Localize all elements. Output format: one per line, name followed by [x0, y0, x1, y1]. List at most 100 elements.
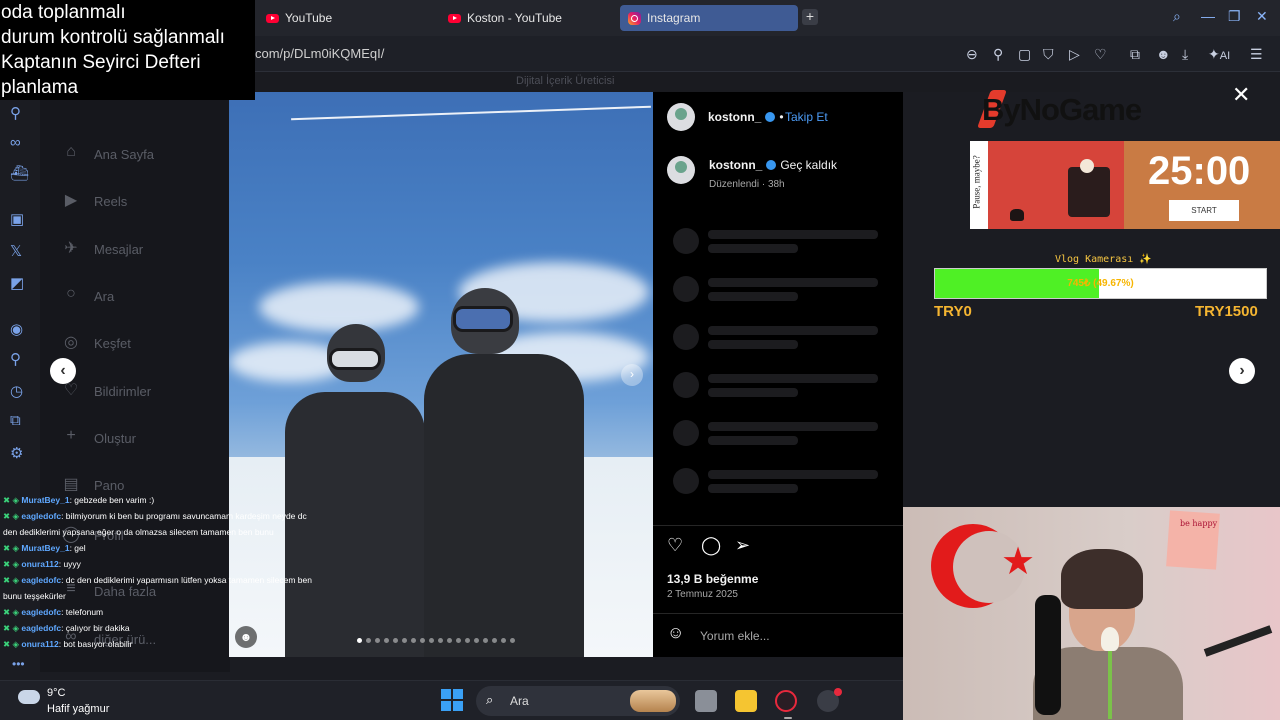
bookmark-icon[interactable]: ⚲: [10, 350, 21, 368]
nav-home[interactable]: ⌂ Ana Sayfa: [60, 143, 154, 165]
more-icon[interactable]: •••: [12, 657, 25, 671]
share-icon[interactable]: ➢: [735, 535, 750, 556]
twitch-icon[interactable]: ▣: [10, 210, 24, 228]
like-heart-icon[interactable]: ♡: [667, 535, 683, 556]
chat-username[interactable]: eagledofc: [21, 575, 61, 585]
search-tabs-icon[interactable]: ⌕: [1173, 8, 1181, 25]
follow-button[interactable]: Takip Et: [785, 110, 828, 124]
timer-start-button[interactable]: START: [1169, 200, 1239, 221]
file-explorer-icon[interactable]: [735, 690, 757, 712]
ai-label: AI: [1219, 50, 1231, 62]
carousel-dot: [393, 638, 398, 643]
windows-logo-icon: [453, 689, 463, 699]
carousel-dot: [474, 638, 479, 643]
new-tab-button[interactable]: +: [802, 9, 818, 25]
goal-progress-bar: 745₺ (49.67%): [934, 268, 1267, 299]
snapshot-icon[interactable]: ▢: [1018, 46, 1031, 63]
next-post-icon[interactable]: ›: [1229, 358, 1255, 384]
avatar[interactable]: [667, 103, 695, 131]
nav-create[interactable]: + Oluştur: [60, 427, 136, 449]
username[interactable]: kostonn_: [709, 158, 762, 172]
post-side-panel: kostonn_ • Takip Et kostonn_ Geç kaldık Dü…: [653, 92, 903, 657]
tulip-stem: [1108, 649, 1112, 719]
goggles: [453, 306, 513, 332]
photo-next-icon[interactable]: ›: [621, 364, 643, 386]
player-icon[interactable]: ◉: [10, 320, 23, 338]
task-view-icon[interactable]: [695, 690, 717, 712]
carousel-dot: [492, 638, 497, 643]
boat-icon[interactable]: ⛴: [10, 164, 29, 182]
weather-temperature[interactable]: 9°C: [47, 687, 65, 699]
extensions-icon[interactable]: ⧉: [10, 412, 21, 429]
restore-icon[interactable]: ❐: [1228, 8, 1241, 25]
cloud-rain-icon[interactable]: [18, 690, 40, 704]
nav-reels[interactable]: ▶ Reels: [60, 190, 127, 212]
minimize-icon[interactable]: —: [1201, 8, 1215, 24]
app-icon[interactable]: ◩: [10, 274, 24, 292]
chat-username[interactable]: eagledofc: [21, 511, 61, 521]
extensions-icon[interactable]: ⧉: [1130, 46, 1140, 63]
goal-min-label: TRY0: [934, 303, 972, 320]
comment-icon[interactable]: ◯: [701, 535, 721, 556]
weather-description[interactable]: Hafif yağmur: [47, 703, 109, 715]
settings-icon[interactable]: ⚙: [10, 444, 23, 462]
loading-skeleton: [708, 422, 878, 431]
tab-instagram[interactable]: Instagram: [620, 5, 798, 31]
url-field[interactable]: com/p/DLm0iKQMEqI/: [255, 46, 384, 61]
tab-youtube[interactable]: YouTube: [258, 5, 438, 31]
zoom-icon[interactable]: ⊖: [966, 46, 978, 63]
menu-icon[interactable]: ☰: [1250, 46, 1263, 63]
pin-icon[interactable]: ⚲: [993, 46, 1003, 63]
chat-username[interactable]: MuratBey_1: [21, 495, 69, 505]
chat-username[interactable]: MuratBey_1: [21, 543, 69, 553]
nav-search[interactable]: ○ Ara: [60, 285, 114, 307]
timer-display: 25:00: [1148, 149, 1251, 193]
edited-label: Düzenlendi: [709, 179, 760, 190]
close-modal-icon[interactable]: ✕: [1232, 82, 1250, 108]
tab-koston-youtube[interactable]: Koston - YouTube: [440, 5, 618, 31]
likes-count[interactable]: 13,9 B beğenme: [667, 572, 758, 586]
profile-icon[interactable]: ☻: [1156, 46, 1171, 62]
emoji-icon[interactable]: ☺: [667, 623, 684, 643]
heart-icon[interactable]: ♡: [1094, 46, 1107, 63]
nav-label: Pano: [94, 477, 125, 493]
chat-text: bunu teşşekürler: [3, 591, 66, 601]
nav-messages[interactable]: ✈ Mesajlar: [60, 238, 143, 260]
timer-illustration: [988, 141, 1124, 229]
profile-header-dim: [230, 72, 1080, 92]
nav-label: Oluştur: [94, 430, 136, 446]
glasses-icon[interactable]: ∞: [10, 134, 21, 151]
start-button[interactable]: [441, 689, 463, 711]
history-icon[interactable]: ◷: [10, 382, 23, 400]
pin-icon[interactable]: ⚲: [10, 104, 21, 122]
chat-username[interactable]: onura112: [21, 639, 58, 649]
x-icon[interactable]: 𝕏: [10, 242, 22, 260]
username[interactable]: kostonn_: [708, 110, 761, 124]
loading-skeleton: [708, 292, 798, 301]
nav-notifications[interactable]: ♡ Bildirimler: [60, 380, 151, 402]
carousel-dot: [384, 638, 389, 643]
opera-gx-icon[interactable]: [775, 690, 797, 712]
chat-username[interactable]: onura112: [21, 559, 58, 569]
chat-badge-icon: ✖ ◈: [3, 623, 22, 633]
play-icon[interactable]: ▷: [1069, 46, 1080, 63]
ai-icon[interactable]: ✦AI: [1208, 46, 1230, 63]
chat-message: ✖ ◈ onura112: bot basıyor olabilir: [3, 636, 132, 652]
goal-progress-text: 745₺ (49.67%): [1067, 278, 1134, 289]
chat-message: ✖ ◈ eagledofc: dc den dediklerimi yaparm…: [3, 572, 312, 588]
taskbar-search[interactable]: ⌕ Ara: [476, 686, 680, 716]
chat-username[interactable]: eagledofc: [21, 623, 61, 633]
previous-post-icon[interactable]: ‹: [50, 358, 76, 384]
close-window-icon[interactable]: ✕: [1256, 8, 1268, 25]
avatar[interactable]: [667, 156, 695, 184]
nav-explore[interactable]: ◎ Keşfet: [60, 332, 131, 354]
post-header: kostonn_ •: [708, 110, 784, 124]
chat-badge-icon: ✖ ◈: [3, 639, 22, 649]
carousel-dot: [420, 638, 425, 643]
turkish-flag-star: ★: [1001, 541, 1036, 583]
download-icon[interactable]: ⤓: [1182, 46, 1188, 63]
chat-username[interactable]: eagledofc: [21, 607, 61, 617]
nav-label: Reels: [94, 193, 128, 209]
shield-icon[interactable]: ⛉: [1043, 46, 1054, 63]
comment-input[interactable]: Yorum ekle...: [700, 629, 770, 643]
